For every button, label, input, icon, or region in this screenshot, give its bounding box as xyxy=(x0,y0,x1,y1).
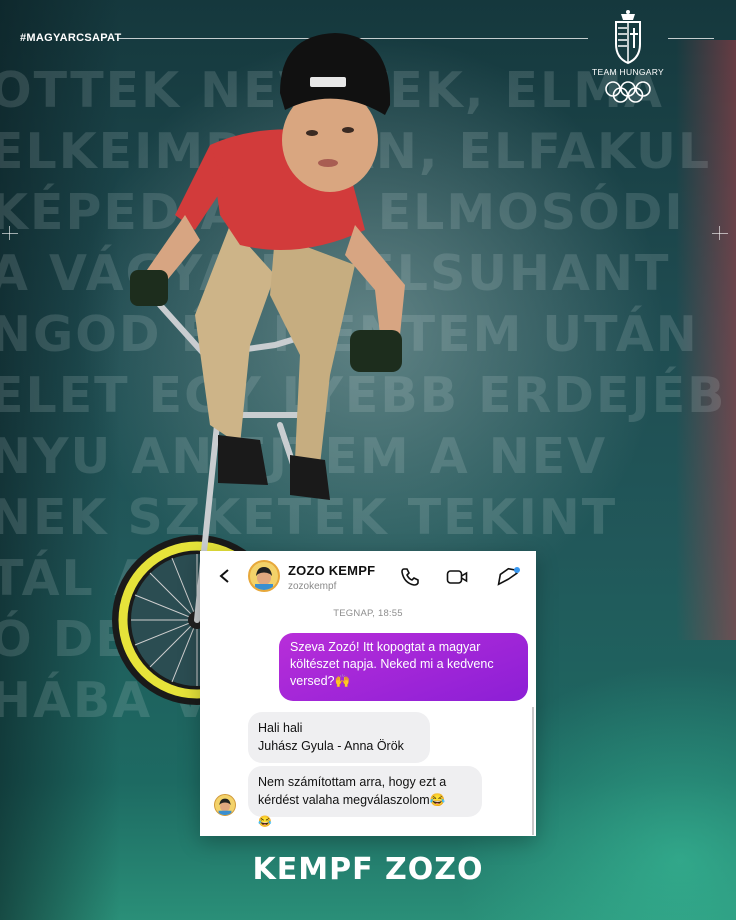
crosshair-mark xyxy=(2,233,18,234)
back-chevron-icon[interactable] xyxy=(218,568,232,584)
poster: OTTEK NEVETEK, ELMA ELKEIMB SSAN, ELFAKU… xyxy=(0,0,736,920)
message-line: Hali hali xyxy=(258,721,303,735)
chat-screenshot: ZOZO KEMPF zozokempf TEGNAP, 18:55 Szeva… xyxy=(200,551,536,836)
contact-handle: zozokempf xyxy=(288,581,337,592)
divider-line xyxy=(668,38,714,39)
tag-icon[interactable] xyxy=(497,566,521,588)
chat-header: ZOZO KEMPF zozokempf xyxy=(200,551,536,601)
team-hungary-logo: TEAM HUNGARY xyxy=(590,8,666,108)
athlete-name: KEMPF ZOZO xyxy=(252,852,484,887)
incoming-message-bubble[interactable]: Hali hali Juhász Gyula - Anna Örök xyxy=(248,712,430,763)
contact-name[interactable]: ZOZO KEMPF xyxy=(288,563,375,578)
message-line: Juhász Gyula - Anna Örök xyxy=(258,739,404,753)
crosshair-mark xyxy=(9,226,10,240)
incoming-message-bubble[interactable]: Nem számítottam arra, hogy ezt a kérdést… xyxy=(248,766,482,817)
olympic-rings-icon xyxy=(605,81,651,103)
avatar[interactable] xyxy=(248,560,280,592)
sender-avatar[interactable] xyxy=(214,794,236,816)
coat-of-arms-icon xyxy=(615,10,641,65)
team-name: TEAM HUNGARY xyxy=(592,67,664,77)
outgoing-message-bubble[interactable]: Szeva Zozó! Itt kopogtat a magyar költés… xyxy=(279,633,528,701)
crosshair-mark xyxy=(712,233,728,234)
phone-icon[interactable] xyxy=(400,567,420,587)
message-timestamp: TEGNAP, 18:55 xyxy=(333,608,403,619)
message-reaction[interactable]: 😂 xyxy=(257,814,273,830)
crosshair-mark xyxy=(719,226,720,240)
scrollbar[interactable] xyxy=(532,707,534,835)
video-camera-icon[interactable] xyxy=(446,567,468,587)
